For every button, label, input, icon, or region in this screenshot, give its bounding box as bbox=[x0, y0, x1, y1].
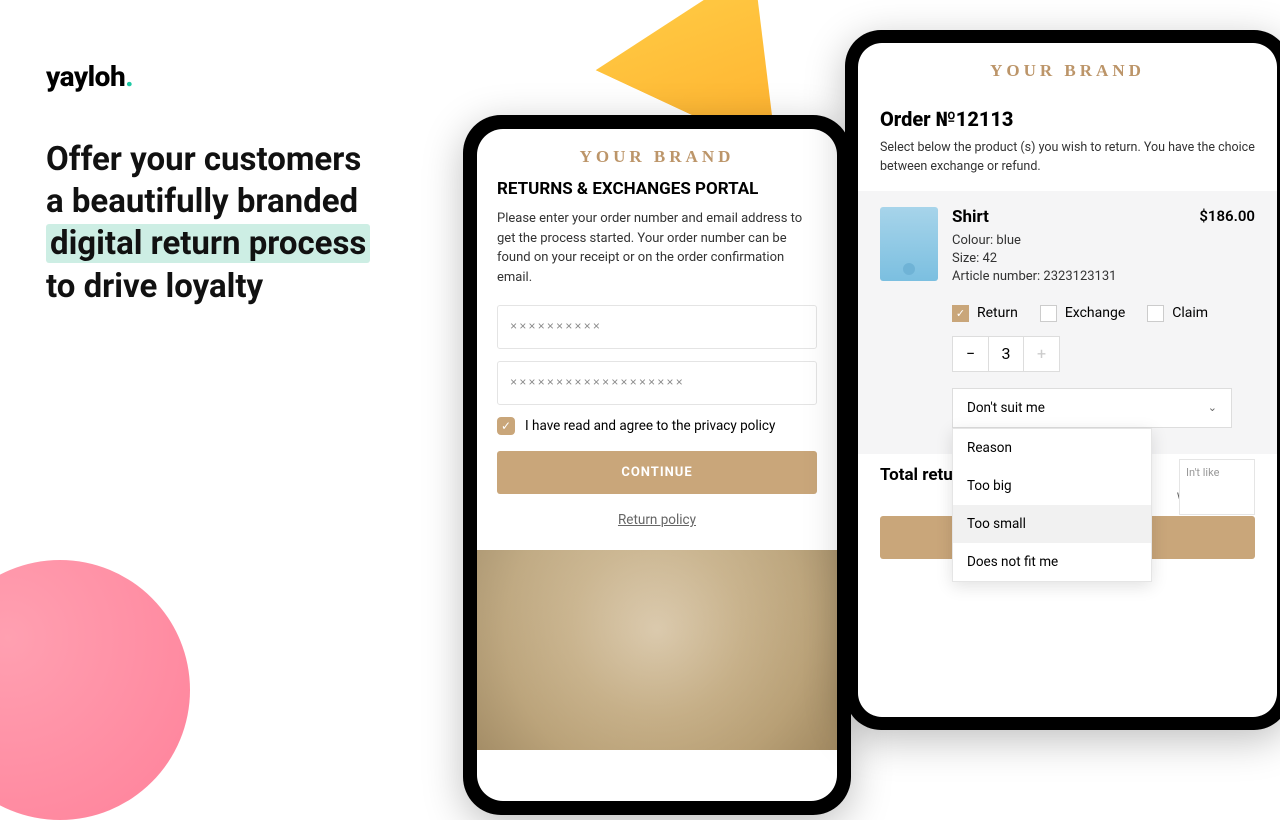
chevron-down-icon: ⌄ bbox=[1208, 401, 1217, 414]
headline-line4: to drive loyalty bbox=[46, 266, 426, 308]
option-exchange-label: Exchange bbox=[1065, 305, 1125, 321]
consent-label: I have read and agree to the privacy pol… bbox=[525, 418, 775, 434]
option-exchange[interactable]: Exchange bbox=[1040, 305, 1125, 322]
reason-select[interactable]: Don't suit me ⌄ bbox=[952, 388, 1232, 428]
brand-bar: YOUR BRAND bbox=[858, 43, 1277, 93]
option-claim[interactable]: Claim bbox=[1147, 305, 1208, 322]
order-title: Order №12113 bbox=[880, 107, 1255, 131]
reason-dropdown: Reason Too big Too small Does not fit me bbox=[952, 428, 1152, 582]
headline-line1: Offer your customers bbox=[46, 139, 426, 181]
checkbox-empty-icon bbox=[1147, 305, 1164, 322]
reason-option[interactable]: Too big bbox=[953, 467, 1151, 505]
headline-highlight: digital return process bbox=[46, 224, 370, 263]
email-input[interactable]: ××××××××××××××××××× bbox=[497, 361, 817, 405]
comment-input[interactable]: In't like bbox=[1179, 459, 1255, 515]
stepper-minus[interactable]: − bbox=[952, 336, 988, 372]
quantity-stepper: − 3 + bbox=[952, 336, 1255, 372]
logo-text: yayloh bbox=[46, 60, 125, 93]
brand-bar: YOUR BRAND bbox=[477, 129, 837, 179]
product-card: Shirt Colour: blue Size: 42 Article numb… bbox=[858, 191, 1277, 454]
return-policy-link[interactable]: Return policy bbox=[497, 512, 817, 528]
order-number-input[interactable]: ×××××××××× bbox=[497, 305, 817, 349]
stepper-plus[interactable]: + bbox=[1024, 336, 1060, 372]
logo-dot-icon: . bbox=[125, 60, 133, 93]
portal-title: RETURNS & EXCHANGES PORTAL bbox=[497, 179, 817, 199]
option-claim-label: Claim bbox=[1172, 305, 1208, 321]
reason-option[interactable]: Too small bbox=[953, 505, 1151, 543]
decor-pink-arc bbox=[0, 560, 190, 820]
tablet-mock: YOUR BRAND Order №12113 Select below the… bbox=[845, 30, 1280, 730]
reason-option[interactable]: Does not fit me bbox=[953, 543, 1151, 581]
product-price: $186.00 bbox=[1199, 207, 1255, 225]
option-return-label: Return bbox=[977, 305, 1018, 321]
product-size: Size: 42 bbox=[952, 251, 1255, 266]
headline: Offer your customers a beautifully brand… bbox=[46, 139, 426, 308]
portal-intro: Please enter your order number and email… bbox=[497, 209, 817, 287]
reason-selected: Don't suit me bbox=[967, 400, 1045, 416]
reason-option[interactable]: Reason bbox=[953, 429, 1151, 467]
consent-checkbox[interactable]: ✓ bbox=[497, 417, 515, 435]
checkbox-empty-icon bbox=[1040, 305, 1057, 322]
logo: yayloh. bbox=[46, 60, 426, 93]
order-instructions: Select below the product (s) you wish to… bbox=[880, 139, 1255, 177]
hero-image bbox=[477, 550, 837, 750]
check-icon: ✓ bbox=[952, 305, 969, 322]
stepper-value: 3 bbox=[988, 336, 1024, 372]
product-colour: Colour: blue bbox=[952, 233, 1255, 248]
option-return[interactable]: ✓ Return bbox=[952, 305, 1018, 322]
continue-button[interactable]: CONTINUE bbox=[497, 451, 817, 494]
phone-mock: YOUR BRAND RETURNS & EXCHANGES PORTAL Pl… bbox=[463, 115, 851, 815]
product-image bbox=[880, 207, 938, 281]
product-article: Article number: 2323123131 bbox=[952, 269, 1255, 284]
headline-line2: a beautifully branded bbox=[46, 181, 426, 223]
